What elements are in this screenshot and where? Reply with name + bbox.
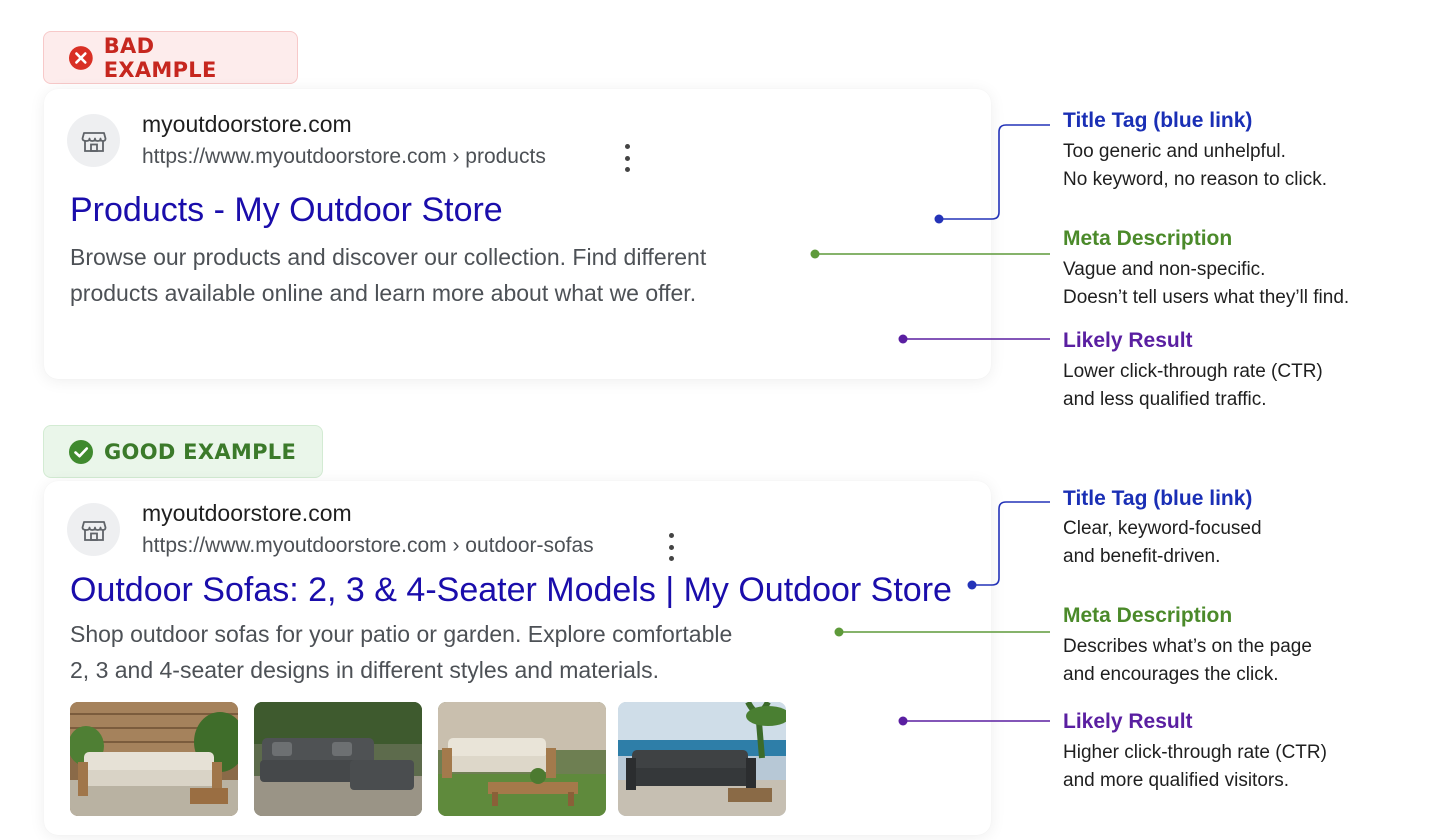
result-url[interactable]: https://www.myoutdoorstore.com › product… xyxy=(142,145,546,169)
check-circle-icon xyxy=(69,439,93,464)
storefront-icon xyxy=(81,131,106,152)
site-favicon xyxy=(67,114,120,167)
annotation-line: Too generic and unhelpful. xyxy=(1063,141,1286,162)
annotation-likely-result-text: Lower click-through rate (CTR) and less … xyxy=(1063,358,1323,414)
annotation-line: Higher click-through rate (CTR) xyxy=(1063,742,1327,763)
annotation-title-tag-text: Too generic and unhelpful. No keyword, n… xyxy=(1063,138,1327,194)
annotation-line: Describes what’s on the page xyxy=(1063,636,1312,657)
site-name[interactable]: myoutdoorstore.com xyxy=(142,111,352,138)
outdoor-sofa-photo[interactable] xyxy=(70,702,238,816)
annotation-likely-result-heading: Likely Result xyxy=(1063,710,1193,733)
good-search-result-card: myoutdoorstore.com https://www.myoutdoor… xyxy=(44,481,991,835)
meta-description-line: Shop outdoor sofas for your patio or gar… xyxy=(70,621,733,647)
meta-description: Shop outdoor sofas for your patio or gar… xyxy=(70,616,732,688)
outdoor-loveseat-photo[interactable] xyxy=(438,702,606,816)
annotation-line: and more qualified visitors. xyxy=(1063,770,1289,791)
annotation-line: Lower click-through rate (CTR) xyxy=(1063,361,1323,382)
annotation-line: and benefit-driven. xyxy=(1063,546,1221,567)
annotation-meta-description-heading: Meta Description xyxy=(1063,227,1233,250)
result-title-link[interactable]: Outdoor Sofas: 2, 3 & 4-Seater Models | … xyxy=(70,571,952,610)
site-favicon xyxy=(67,503,120,556)
annotation-title-tag-text: Clear, keyword-focused and benefit-drive… xyxy=(1063,515,1262,571)
annotation-line: Clear, keyword-focused xyxy=(1063,518,1262,539)
storefront-icon xyxy=(81,520,106,541)
vertical-dots-icon[interactable] xyxy=(622,144,632,172)
outdoor-sofa-seaside-photo[interactable] xyxy=(618,702,786,816)
annotation-title-tag-heading: Title Tag (blue link) xyxy=(1063,109,1253,132)
annotation-meta-description-text: Vague and non-specific. Doesn’t tell use… xyxy=(1063,256,1349,312)
result-title-link[interactable]: Products - My Outdoor Store xyxy=(70,191,503,230)
outdoor-sectional-photo[interactable] xyxy=(254,702,422,816)
meta-description-line: Browse our products and discover our col… xyxy=(70,244,707,270)
annotation-title-tag-heading: Title Tag (blue link) xyxy=(1063,487,1253,510)
annotation-line: and encourages the click. xyxy=(1063,664,1279,685)
bad-example-badge: BAD EXAMPLE xyxy=(43,31,298,84)
meta-description-line: 2, 3 and 4-seater designs in different s… xyxy=(70,657,659,683)
bad-example-label: BAD EXAMPLE xyxy=(103,33,217,82)
meta-description: Browse our products and discover our col… xyxy=(70,239,706,311)
annotation-line: and less qualified traffic. xyxy=(1063,389,1267,410)
annotation-meta-description-heading: Meta Description xyxy=(1063,604,1233,627)
bad-search-result-card: myoutdoorstore.com https://www.myoutdoor… xyxy=(44,89,991,379)
annotation-meta-description-text: Describes what’s on the page and encoura… xyxy=(1063,633,1312,689)
annotation-line: Vague and non-specific. xyxy=(1063,259,1266,280)
vertical-dots-icon[interactable] xyxy=(666,533,676,561)
annotation-line: Doesn’t tell users what they’ll find. xyxy=(1063,287,1350,308)
result-url[interactable]: https://www.myoutdoorstore.com › outdoor… xyxy=(142,534,594,558)
annotation-likely-result-heading: Likely Result xyxy=(1063,329,1193,352)
x-circle-icon xyxy=(68,45,93,70)
annotation-line: No keyword, no reason to click. xyxy=(1063,169,1328,190)
good-example-label: GOOD EXAMPLE xyxy=(104,439,297,464)
meta-description-line: products available online and learn more… xyxy=(70,280,697,306)
site-name[interactable]: myoutdoorstore.com xyxy=(142,500,352,527)
annotation-likely-result-text: Higher click-through rate (CTR) and more… xyxy=(1063,739,1327,795)
good-example-badge: GOOD EXAMPLE xyxy=(43,425,323,478)
